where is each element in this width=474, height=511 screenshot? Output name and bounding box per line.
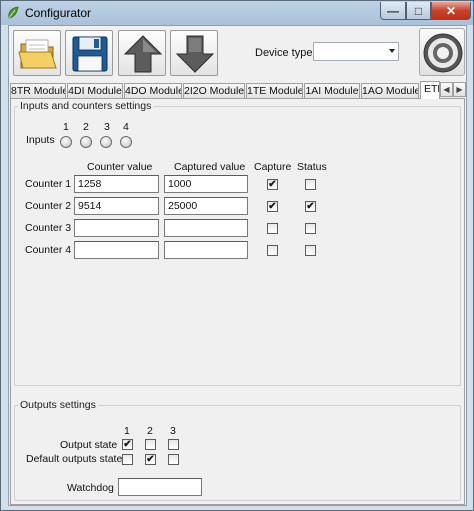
- output-number-2: 2: [147, 425, 153, 437]
- save-button[interactable]: [65, 30, 113, 76]
- input-led-4: [120, 136, 132, 148]
- default-outputs-state-label: Default outputs state: [26, 453, 123, 465]
- maximize-button[interactable]: □: [406, 2, 431, 20]
- tab-eth[interactable]: ETH: [420, 81, 440, 99]
- counter-4-capture-checkbox[interactable]: [267, 245, 278, 256]
- counter-2-value-field[interactable]: 9514: [74, 197, 159, 215]
- open-button[interactable]: [13, 30, 61, 76]
- counter-1-value-field[interactable]: 1258: [74, 175, 159, 193]
- tab-4di-module[interactable]: 4DI Module: [67, 83, 123, 98]
- counter-4-status-checkbox[interactable]: [305, 245, 316, 256]
- counter-3-status-checkbox[interactable]: [305, 223, 316, 234]
- upload-button[interactable]: [118, 30, 166, 76]
- close-button[interactable]: ✕: [431, 2, 471, 20]
- close-icon: ✕: [445, 3, 457, 18]
- default-state-2-checkbox[interactable]: ✔: [145, 454, 156, 465]
- counter-1-label: Counter 1: [25, 178, 72, 190]
- watchdog-field[interactable]: [118, 478, 202, 496]
- input-number-3: 3: [104, 121, 110, 133]
- chevron-left-icon: ◀: [443, 85, 450, 94]
- tab-4do-module[interactable]: 4DO Module: [124, 83, 182, 98]
- title-bar[interactable]: Configurator — □ ✕: [1, 1, 473, 25]
- default-state-3-checkbox[interactable]: [168, 454, 179, 465]
- tab-2i2o-module[interactable]: 2I2O Module: [183, 83, 245, 98]
- input-number-4: 4: [123, 121, 129, 133]
- chevron-down-icon: [389, 49, 395, 53]
- configurator-window: Configurator — □ ✕ Device type: 8TR Modu…: [0, 0, 474, 511]
- inputs-label: Inputs: [26, 134, 55, 146]
- client-area: Device type: 8TR Module 4DI Module 4DO M…: [8, 25, 467, 506]
- counter-4-label: Counter 4: [25, 244, 72, 256]
- tab-8tr-module[interactable]: 8TR Module: [10, 83, 66, 98]
- tab-1te-module[interactable]: 1TE Module: [246, 83, 303, 98]
- output-state-3-checkbox[interactable]: [168, 439, 179, 450]
- device-type-label: Device type:: [255, 47, 316, 59]
- tab-scroll-right[interactable]: ▶: [453, 82, 466, 97]
- eth-tab-panel: Inputs and counters settings Inputs 1 2 …: [10, 98, 465, 505]
- counter-2-capture-checkbox[interactable]: ✔: [267, 201, 278, 212]
- minimize-button[interactable]: —: [380, 2, 406, 20]
- minimize-icon: —: [387, 3, 399, 18]
- counter-3-captured-field[interactable]: [164, 219, 248, 237]
- counter-1-status-checkbox[interactable]: [305, 179, 316, 190]
- open-folder-icon: [18, 39, 57, 69]
- counter-4-captured-field[interactable]: [164, 241, 248, 259]
- capture-header: Capture: [254, 161, 292, 173]
- counter-2-status-checkbox[interactable]: ✔: [305, 201, 316, 212]
- tab-1ao-module[interactable]: 1AO Module: [361, 83, 419, 98]
- connect-button[interactable]: [419, 28, 465, 76]
- counter-1-capture-checkbox[interactable]: ✔: [267, 179, 278, 190]
- output-number-3: 3: [170, 425, 176, 437]
- inputs-counters-title: Inputs and counters settings: [18, 100, 154, 112]
- default-state-1-checkbox[interactable]: [122, 454, 133, 465]
- chevron-right-icon: ▶: [456, 85, 463, 94]
- counter-3-label: Counter 3: [25, 222, 72, 234]
- input-led-1: [60, 136, 72, 148]
- window-title: Configurator: [25, 6, 92, 20]
- input-number-2: 2: [83, 121, 89, 133]
- captured-value-header: Captured value: [174, 161, 246, 173]
- watchdog-label: Watchdog: [67, 482, 114, 494]
- counter-3-capture-checkbox[interactable]: [267, 223, 278, 234]
- output-state-2-checkbox[interactable]: [145, 439, 156, 450]
- input-led-2: [80, 136, 92, 148]
- arrow-up-icon: [123, 35, 163, 73]
- arrow-down-icon: [175, 35, 215, 73]
- app-leaf-icon: [8, 6, 19, 19]
- counter-2-label: Counter 2: [25, 200, 72, 212]
- output-number-1: 1: [124, 425, 130, 437]
- counter-1-captured-field[interactable]: 1000: [164, 175, 248, 193]
- counter-4-value-field[interactable]: [74, 241, 159, 259]
- module-tabs: 8TR Module 4DI Module 4DO Module 2I2O Mo…: [9, 81, 466, 99]
- device-type-select[interactable]: [313, 42, 399, 61]
- tab-1ai-module[interactable]: 1AI Module: [304, 83, 360, 98]
- input-number-1: 1: [63, 121, 69, 133]
- tab-scroll-left[interactable]: ◀: [440, 82, 453, 97]
- status-header: Status: [297, 161, 327, 173]
- power-ring-icon: [423, 33, 463, 73]
- counter-3-value-field[interactable]: [74, 219, 159, 237]
- counter-2-captured-field[interactable]: 25000: [164, 197, 248, 215]
- maximize-icon: □: [414, 3, 423, 18]
- input-led-3: [100, 136, 112, 148]
- output-state-label: Output state: [60, 439, 118, 451]
- download-button[interactable]: [170, 30, 218, 76]
- floppy-save-icon: [72, 36, 108, 72]
- counter-value-header: Counter value: [87, 161, 153, 173]
- output-state-1-checkbox[interactable]: ✔: [122, 439, 133, 450]
- outputs-settings-title: Outputs settings: [18, 399, 98, 411]
